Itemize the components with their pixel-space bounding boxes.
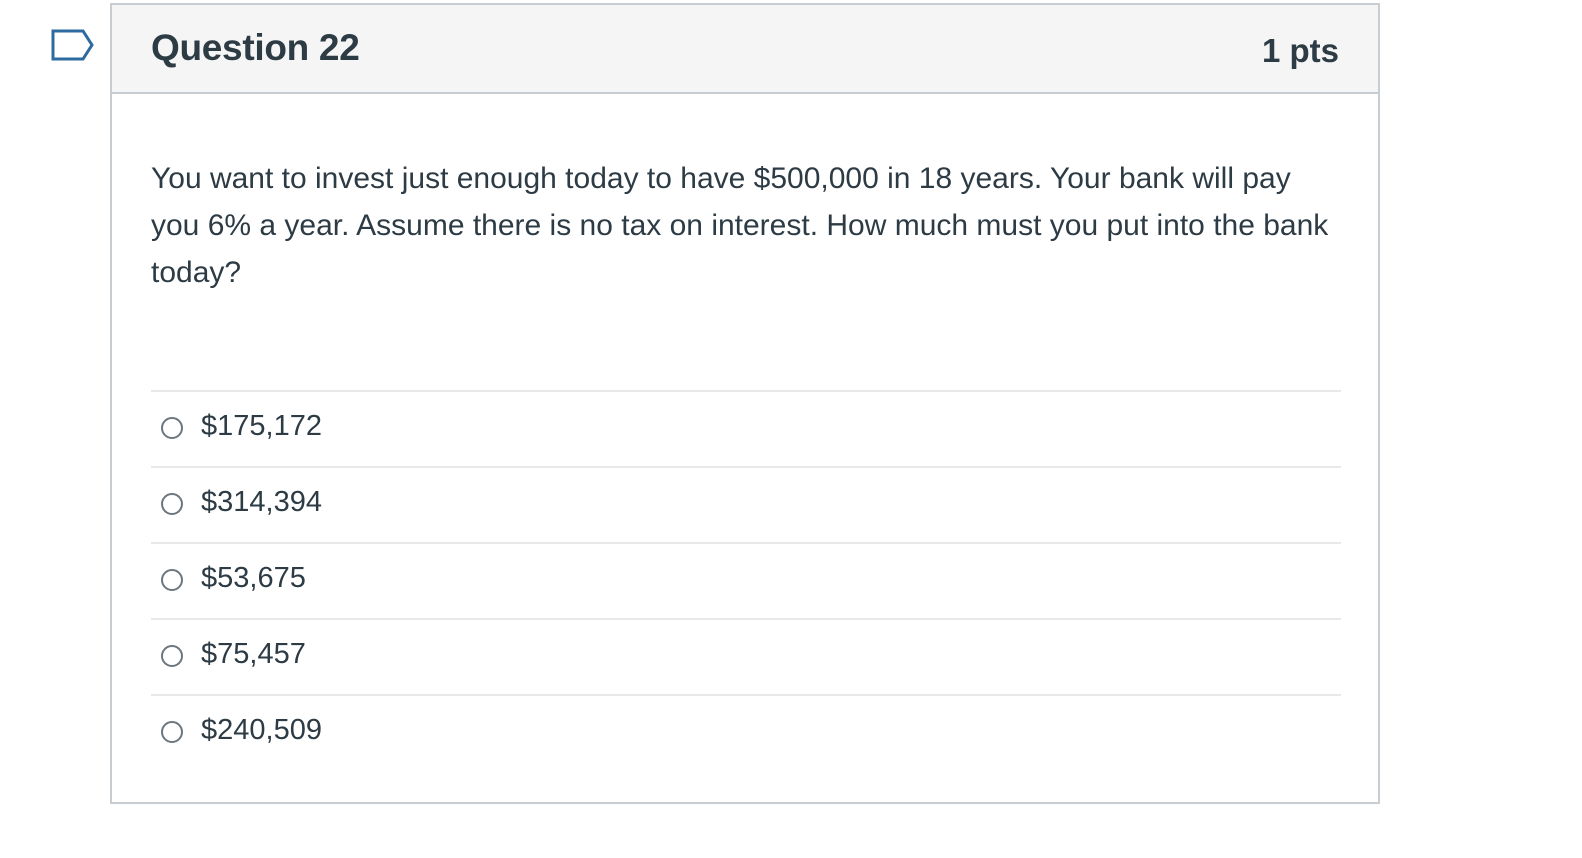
answer-label[interactable]: $53,675 bbox=[201, 562, 306, 595]
answer-label[interactable]: $75,457 bbox=[201, 638, 306, 671]
answer-list: $175,172 $314,394 $53,675 $75,457 $240,5… bbox=[151, 390, 1341, 770]
radio-button[interactable] bbox=[161, 417, 183, 439]
question-text: You want to invest just enough today to … bbox=[151, 162, 1329, 289]
question-points: 1 pts bbox=[1261, 32, 1339, 69]
quiz-page: Question 22 1 pts You want to invest jus… bbox=[0, 0, 1582, 858]
answer-label[interactable]: $314,394 bbox=[201, 486, 322, 519]
radio-button[interactable] bbox=[161, 645, 183, 667]
answer-label[interactable]: $175,172 bbox=[201, 410, 322, 443]
answer-label[interactable]: $240,509 bbox=[201, 714, 322, 747]
question-title: Question 22 bbox=[151, 27, 360, 68]
radio-button[interactable] bbox=[161, 721, 183, 743]
answer-option[interactable]: $240,509 bbox=[151, 694, 1341, 770]
radio-button[interactable] bbox=[161, 493, 183, 515]
answer-option[interactable]: $314,394 bbox=[151, 466, 1341, 542]
radio-button[interactable] bbox=[161, 569, 183, 591]
answer-option[interactable]: $75,457 bbox=[151, 618, 1341, 694]
question-card: Question 22 1 pts You want to invest jus… bbox=[110, 3, 1380, 804]
flag-question-icon[interactable] bbox=[51, 29, 95, 63]
answer-option[interactable]: $53,675 bbox=[151, 542, 1341, 618]
question-header: Question 22 1 pts bbox=[112, 5, 1378, 94]
answer-option[interactable]: $175,172 bbox=[151, 390, 1341, 466]
